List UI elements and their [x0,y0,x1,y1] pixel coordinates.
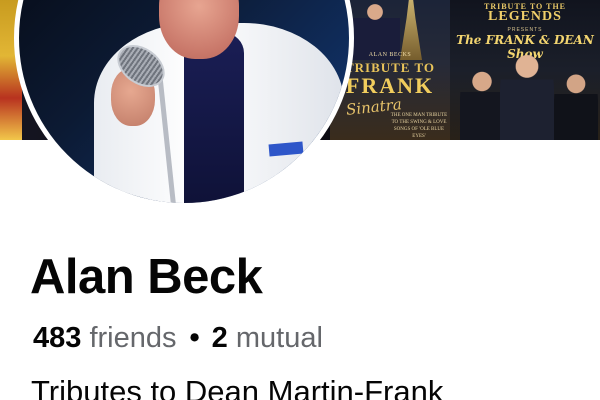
performer-left-image [460,65,504,140]
friends-label: friends [89,322,177,354]
profile-bio: Tributes to Dean Martin-Frank [31,374,444,400]
friends-stats[interactable]: 483 friends • 2 mutual [33,318,323,358]
profile-name: Alan Beck [30,250,263,304]
friends-count: 483 [33,322,82,354]
profile-picture[interactable] [14,0,354,208]
performer-right-image [554,68,598,140]
performer-center-image [500,48,554,140]
cover-poster-frank-dean-show: TRIBUTE TO THE LEGENDS PRESENTS The FRAN… [450,0,600,140]
empire-state-image [400,0,422,60]
mutual-count: 2 [211,322,228,354]
stats-separator: • [189,322,200,354]
poster-tagline: THE ONE MAN TRIBUTE TO THE SWING & LOVE … [390,113,448,139]
poster2-title: LEGENDS [488,9,562,24]
singer-figure-image [350,0,400,60]
mutual-label: mutual [235,322,323,354]
